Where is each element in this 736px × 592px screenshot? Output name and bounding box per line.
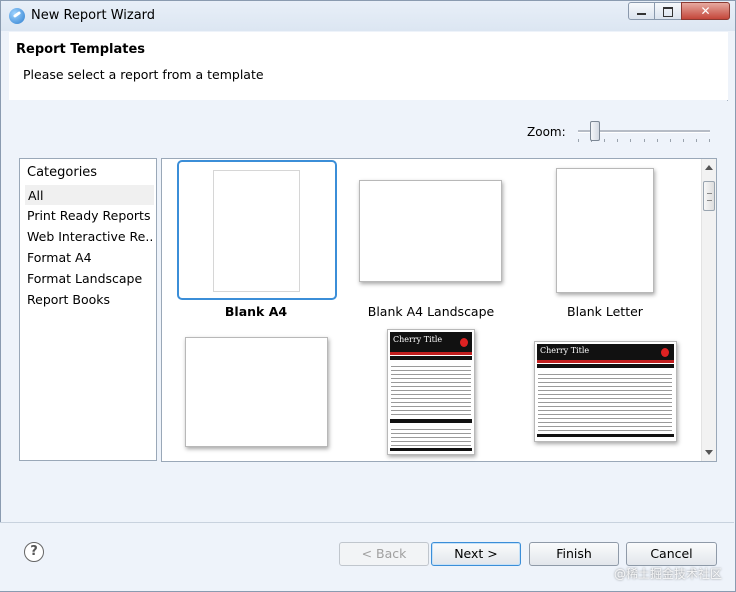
template-blank-letter[interactable] — [556, 168, 654, 293]
zoom-tick — [670, 139, 671, 142]
cherry-header-band: Cherry Title — [390, 332, 472, 352]
template-preview-blank-a4 — [213, 170, 300, 292]
watermark: @稀土掘金技术社区 — [613, 567, 722, 581]
page-subtitle: Please select a report from a template — [23, 67, 264, 82]
maximize-button[interactable] — [654, 2, 682, 20]
template-cherry-landscape[interactable]: Cherry Title — [534, 341, 677, 442]
template-label-blank-a4: Blank A4 — [224, 304, 288, 319]
category-item-report-books[interactable]: Report Books — [25, 290, 154, 310]
category-item-all[interactable]: All — [25, 185, 154, 205]
zoom-tick — [644, 139, 645, 142]
template-blank-landscape-preview[interactable] — [185, 337, 328, 447]
window-title: New Report Wizard — [31, 8, 156, 23]
cherry-icon — [460, 338, 468, 347]
cherry-landscape-header-band: Cherry Title — [537, 344, 674, 360]
scroll-down-arrow-icon[interactable] — [705, 450, 713, 455]
zoom-tick — [657, 139, 658, 142]
templates-scrollbar[interactable] — [701, 159, 716, 461]
close-button[interactable]: ✕ — [681, 2, 730, 20]
zoom-tick — [696, 139, 697, 142]
cherry-title-text: Cherry Title — [393, 335, 443, 344]
zoom-slider-thumb[interactable] — [590, 121, 601, 141]
scrollbar-thumb[interactable] — [703, 181, 715, 211]
zoom-label: Zoom: — [527, 125, 566, 139]
zoom-tick — [604, 139, 605, 142]
scroll-up-arrow-icon[interactable] — [705, 165, 713, 170]
zoom-tick — [630, 139, 631, 142]
help-icon[interactable]: ? — [24, 542, 44, 562]
category-item-format-landscape[interactable]: Format Landscape — [25, 269, 154, 289]
categories-list: Categories All Print Ready Reports Web I… — [19, 158, 157, 461]
cherry-table-rows-2 — [391, 426, 471, 446]
finish-button[interactable]: Finish — [529, 542, 619, 566]
zoom-tick — [683, 139, 684, 142]
template-cherry-portrait[interactable]: Cherry Title — [387, 329, 475, 455]
eclipse-app-icon — [9, 8, 25, 24]
zoom-tick — [709, 139, 710, 142]
minimize-button[interactable] — [628, 2, 655, 20]
wizard-header: Report Templates Please select a report … — [9, 32, 728, 101]
cherry-landscape-title-text: Cherry Title — [540, 346, 590, 355]
category-item-format-a4[interactable]: Format A4 — [25, 248, 154, 268]
zoom-tick — [617, 139, 618, 142]
cherry-landscape-icon — [661, 348, 669, 357]
page-title: Report Templates — [16, 42, 146, 57]
back-button[interactable]: < Back — [339, 542, 429, 566]
minimize-icon — [637, 13, 646, 15]
template-blank-a4-landscape[interactable] — [359, 180, 502, 282]
next-button[interactable]: Next > — [431, 542, 521, 566]
category-item-web-interactive-reports[interactable]: Web Interactive Re... — [25, 227, 154, 247]
template-label-blank-letter: Blank Letter — [567, 304, 643, 319]
cherry-table-rows — [391, 363, 471, 415]
close-icon: ✕ — [700, 4, 711, 18]
maximize-icon — [663, 7, 673, 17]
categories-header: Categories — [27, 165, 98, 180]
cherry-landscape-table-rows — [538, 371, 672, 431]
template-label-blank-a4-landscape: Blank A4 Landscape — [367, 304, 495, 319]
title-bar[interactable]: New Report Wizard ✕ — [1, 1, 735, 31]
cancel-button[interactable]: Cancel — [626, 542, 717, 566]
category-item-print-ready-reports[interactable]: Print Ready Reports — [25, 206, 154, 226]
zoom-tick — [578, 139, 579, 142]
